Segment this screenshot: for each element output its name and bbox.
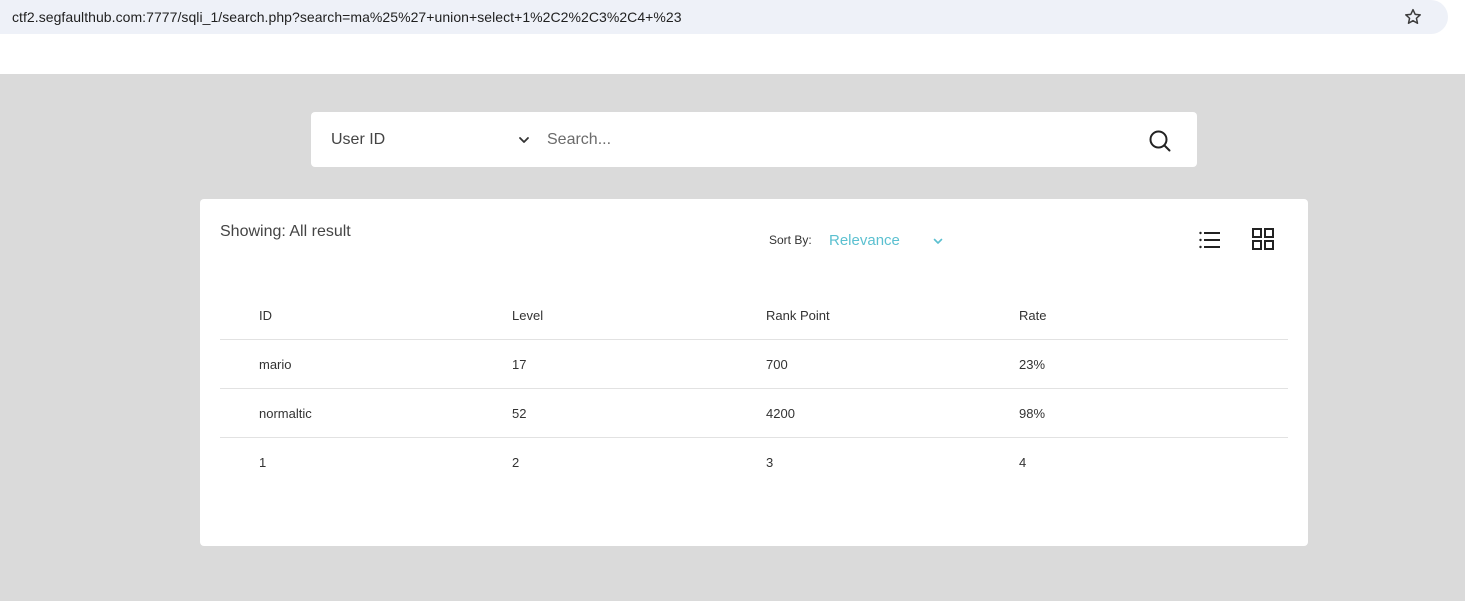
results-count-label: Showing: All result [220,223,351,240]
cell-rank-point: 3 [766,455,774,470]
star-icon[interactable] [1403,7,1423,27]
column-header-level: Level [512,308,544,323]
search-icon[interactable] [1147,128,1173,154]
search-input[interactable] [547,124,1107,156]
cell-level: 2 [512,455,520,470]
cell-rate: 98% [1019,406,1046,421]
cell-level: 52 [512,406,527,421]
results-table: ID Level Rank Point Rate mario 17 700 23… [220,291,1288,487]
cell-level: 17 [512,357,527,372]
search-bar: User ID [311,112,1197,167]
cell-rate: 23% [1019,357,1046,372]
table-row: 1 2 3 4 [220,438,1288,487]
column-header-rate: Rate [1019,308,1047,323]
cell-rank-point: 700 [766,357,788,372]
column-header-rank-point: Rank Point [766,308,830,323]
table-row: mario 17 700 23% [220,340,1288,389]
sort-by-select[interactable]: Relevance [829,232,900,249]
table-header-row: ID Level Rank Point Rate [220,291,1288,340]
list-view-icon[interactable] [1198,229,1222,251]
cell-id: normaltic [259,406,312,421]
results-panel: Showing: All result Sort By: Relevance I… [200,199,1308,546]
search-type-select[interactable]: User ID [331,131,385,149]
sort-by-label: Sort By: [769,233,812,247]
cell-id: mario [259,357,292,372]
cell-id: 1 [259,455,267,470]
address-bar[interactable]: ctf2.segfaulthub.com:7777/sqli_1/search.… [0,0,1448,34]
page-body: User ID Showing: All result Sort By: Rel… [0,74,1465,601]
browser-toolbar: ctf2.segfaulthub.com:7777/sqli_1/search.… [0,0,1465,74]
cell-rate: 4 [1019,455,1027,470]
cell-rank-point: 4200 [766,406,795,421]
grid-view-icon[interactable] [1252,228,1274,250]
column-header-id: ID [259,308,272,323]
chevron-down-icon[interactable] [932,234,944,246]
address-bar-url[interactable]: ctf2.segfaulthub.com:7777/sqli_1/search.… [12,9,682,25]
table-row: normaltic 52 4200 98% [220,389,1288,438]
chevron-down-icon[interactable] [517,133,531,147]
